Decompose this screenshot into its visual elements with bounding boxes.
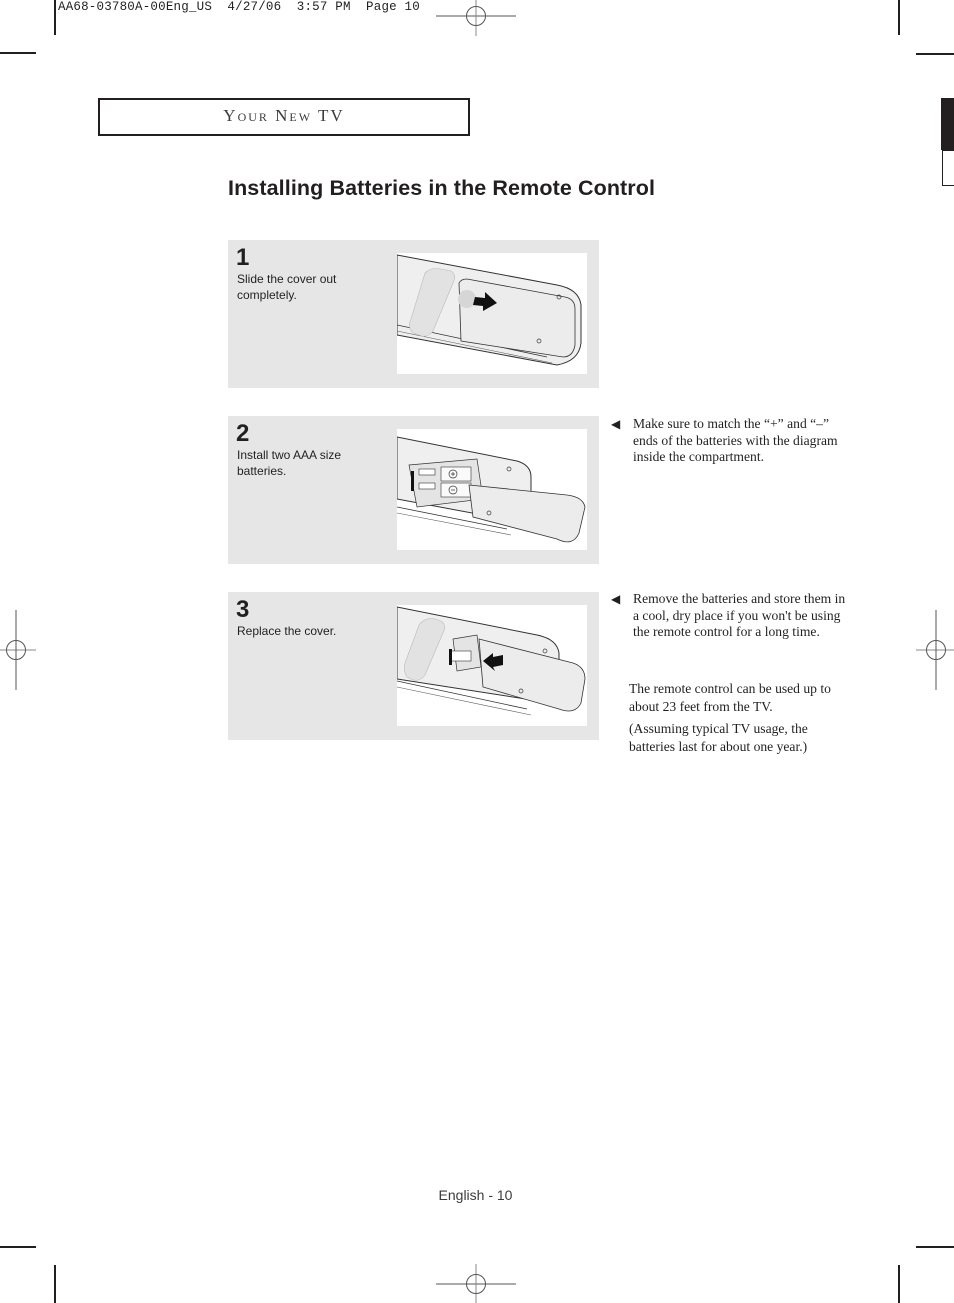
crop-mark-top-right-vertical <box>898 0 900 35</box>
step-panel-3: 3 Replace the cover. <box>228 592 599 740</box>
print-slug-line: AA68-03780A-00Eng_US 4/27/06 3:57 PM Pag… <box>58 0 420 14</box>
note-battery-polarity: ◀ Make sure to match the “+” and “–” end… <box>611 416 846 466</box>
page-number: English - 10 <box>438 1187 513 1203</box>
chapter-thumb-tab <box>941 98 954 150</box>
step-instruction: Install two AAA size batteries. <box>237 448 342 478</box>
registration-mark-bottom-icon <box>436 1264 516 1303</box>
info-battery-life: (Assuming typical TV usage, the batterie… <box>629 721 808 754</box>
section-header-box: Your New TV <box>98 98 470 136</box>
registration-mark-right-icon <box>916 610 954 690</box>
crop-mark-bottom-right-horizontal <box>916 1246 954 1248</box>
crop-mark-bottom-left-vertical <box>54 1265 56 1303</box>
registration-mark-left-icon <box>0 610 36 690</box>
registration-mark-top-icon <box>436 0 516 36</box>
remote-install-batteries-illustration <box>397 429 587 550</box>
step-number: 1 <box>236 244 250 271</box>
crop-mark-top-left-horizontal <box>0 52 36 54</box>
step-panel-2: 2 Install two AAA size batteries. <box>228 416 599 564</box>
note-text: Make sure to match the “+” and “–” ends … <box>633 416 838 465</box>
left-triangle-bullet-icon: ◀ <box>611 417 621 431</box>
step-number: 3 <box>236 596 250 623</box>
page-footer: English - 10 <box>0 1187 954 1203</box>
section-title: Your New TV <box>223 106 345 125</box>
remote-replace-cover-illustration <box>397 605 587 726</box>
step-panel-1: 1 Slide the cover out completely. <box>228 240 599 388</box>
crop-mark-bottom-left-horizontal <box>0 1246 36 1248</box>
step-instruction: Replace the cover. <box>237 624 337 638</box>
left-triangle-bullet-icon: ◀ <box>611 592 621 606</box>
step-instruction: Slide the cover out completely. <box>237 272 337 302</box>
note-text: Remove the batteries and store them in a… <box>633 591 846 640</box>
remote-slide-cover-illustration <box>397 253 587 374</box>
note-battery-storage: ◀ Remove the batteries and store them in… <box>611 591 846 641</box>
step-number: 2 <box>236 420 250 447</box>
info-remote-range: The remote control can be used up to abo… <box>629 681 831 714</box>
crop-mark-bottom-right-vertical <box>898 1265 900 1303</box>
crop-mark-top-right-horizontal <box>916 53 954 55</box>
crop-mark-top-left-vertical <box>54 0 56 35</box>
page-title: Installing Batteries in the Remote Contr… <box>228 176 656 200</box>
chapter-thumb-tab-outline <box>942 150 954 186</box>
